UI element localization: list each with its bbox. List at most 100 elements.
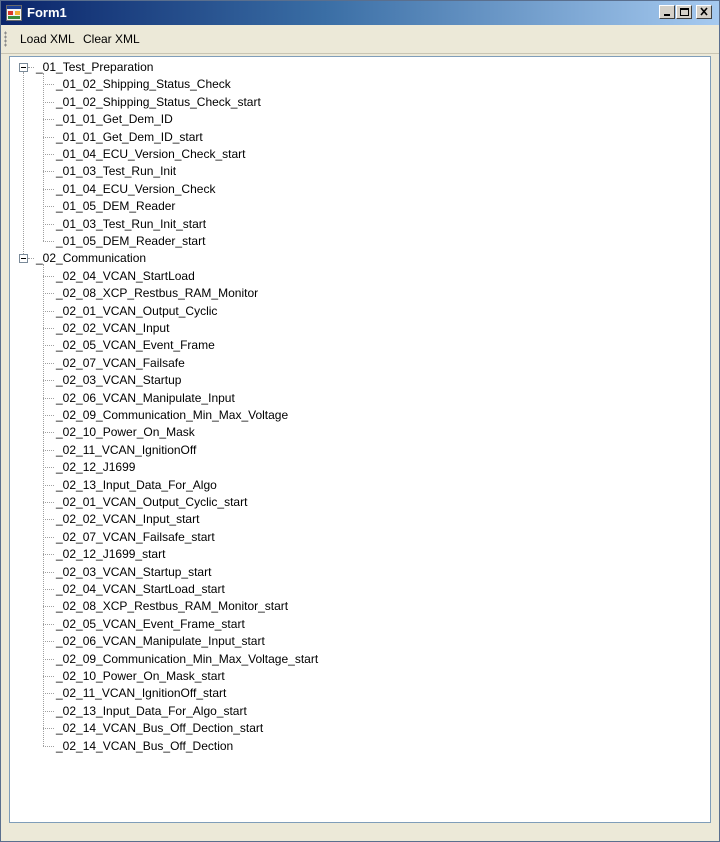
tree-connector — [43, 154, 54, 155]
minimize-button[interactable] — [659, 5, 675, 19]
tree-connector — [43, 84, 54, 86]
tree-node-item[interactable]: _02_13_Input_Data_For_Algo_start — [56, 703, 247, 720]
tree-connector — [43, 676, 54, 677]
tree-connector — [43, 589, 54, 590]
tree-connector — [43, 571, 54, 573]
tree-connector — [43, 710, 54, 712]
app-icon[interactable] — [6, 5, 22, 21]
clear-xml-button[interactable]: Clear XML — [83, 31, 140, 47]
tree-connector — [43, 623, 54, 625]
tree-node-group[interactable]: _02_Communication — [36, 250, 146, 267]
tree-connector — [43, 206, 54, 208]
maximize-icon — [680, 8, 689, 16]
load-xml-button[interactable]: Load XML — [20, 31, 75, 47]
tree-connector — [43, 293, 54, 295]
tree-connector — [43, 362, 54, 364]
tree-connector — [43, 101, 54, 103]
tree-node-item[interactable]: _02_14_VCAN_Bus_Off_Dection_start — [56, 720, 263, 737]
status-bar — [1, 825, 719, 841]
tree-node-item[interactable]: _01_03_Test_Run_Init_start — [56, 216, 206, 233]
tree-connector — [43, 641, 54, 643]
tree-connector — [43, 275, 54, 277]
tree-node-item[interactable]: _02_08_XCP_Restbus_RAM_Monitor — [56, 285, 258, 302]
tree-connector — [43, 449, 54, 451]
tree-connector — [43, 467, 54, 469]
tree-node-item[interactable]: _02_04_VCAN_StartLoad — [56, 268, 195, 285]
tree-node-item[interactable]: _02_04_VCAN_StartLoad_start — [56, 581, 225, 598]
tree-connector — [43, 73, 44, 241]
tree-connector — [43, 519, 54, 521]
minimize-icon — [664, 14, 670, 16]
tree-view[interactable]: _01_Test_Preparation _01_02_Shipping_Stat… — [9, 56, 711, 823]
tree-node-item[interactable]: _02_02_VCAN_Input — [56, 320, 169, 337]
tree-node-item[interactable]: _02_05_VCAN_Event_Frame — [56, 337, 215, 354]
tree-connector — [43, 554, 54, 556]
tree-node-item[interactable]: _02_09_Communication_Min_Max_Voltage_sta… — [56, 651, 318, 668]
tree-node-item[interactable]: _02_05_VCAN_Event_Frame_start — [56, 616, 245, 633]
tree-node-item[interactable]: _02_01_VCAN_Output_Cyclic_start — [56, 494, 247, 511]
tree-connector — [43, 745, 54, 747]
tree-node-item[interactable]: _01_01_Get_Dem_ID_start — [56, 129, 203, 146]
tree-node-item[interactable]: _01_05_DEM_Reader_start — [56, 233, 205, 250]
tree-node-item[interactable]: _02_14_VCAN_Bus_Off_Dection — [56, 738, 233, 755]
tree-node-item[interactable]: _02_12_J1699 — [56, 459, 135, 476]
tree-node-item[interactable]: _01_02_Shipping_Status_Check_start — [56, 94, 261, 111]
tree-node-item[interactable]: _01_04_ECU_Version_Check — [56, 181, 215, 198]
tree-connector — [43, 693, 54, 695]
window-title: Form1 — [27, 5, 67, 20]
tree-node-group[interactable]: _01_Test_Preparation — [36, 59, 153, 76]
tree-node-item[interactable]: _01_01_Get_Dem_ID — [56, 111, 173, 128]
tree-connector — [43, 728, 54, 730]
tree-connector — [43, 223, 54, 225]
collapse-icon[interactable] — [19, 63, 28, 72]
tree-connector — [43, 119, 54, 121]
tree-connector — [43, 171, 54, 173]
tree-node-item[interactable]: _02_03_VCAN_Startup_start — [56, 564, 211, 581]
tree-connector — [43, 415, 54, 416]
tree-connector — [43, 264, 44, 746]
toolbar-grip-icon[interactable] — [4, 31, 7, 47]
tree-node-item[interactable]: _02_13_Input_Data_For_Algo — [56, 477, 217, 494]
tree-connector — [43, 658, 54, 660]
tree-node-item[interactable]: _02_02_VCAN_Input_start — [56, 511, 199, 528]
tree-connector — [28, 258, 34, 260]
tree-node-item[interactable]: _01_03_Test_Run_Init — [56, 163, 176, 180]
tree-connector — [43, 328, 54, 329]
tree-connector — [23, 72, 24, 255]
tree-node-item[interactable]: _01_04_ECU_Version_Check_start — [56, 146, 245, 163]
tree-node-item[interactable]: _02_06_VCAN_Manipulate_Input — [56, 390, 235, 407]
tree-connector — [43, 502, 54, 503]
tree-connector — [28, 67, 34, 68]
collapse-icon[interactable] — [19, 254, 28, 264]
tree-connector — [43, 432, 54, 434]
tree-node-item[interactable]: _02_10_Power_On_Mask_start — [56, 668, 225, 685]
tree-connector — [43, 241, 54, 242]
tree-connector — [43, 397, 54, 399]
tree-node-item[interactable]: _01_05_DEM_Reader — [56, 198, 175, 215]
tree-connector — [43, 310, 54, 312]
toolbar: Load XML Clear XML — [1, 25, 719, 54]
tree-node-item[interactable]: _02_08_XCP_Restbus_RAM_Monitor_start — [56, 598, 288, 615]
close-icon — [700, 7, 708, 16]
tree-node-item[interactable]: _02_07_VCAN_Failsafe_start — [56, 529, 215, 546]
tree-node-item[interactable]: _02_03_VCAN_Startup — [56, 372, 181, 389]
form1-window: Form1 Load XML Clear XML _01_Test_Prepar… — [0, 0, 720, 842]
tree-node-item[interactable]: _02_10_Power_On_Mask — [56, 424, 195, 441]
tree-node-item[interactable]: _01_02_Shipping_Status_Check — [56, 76, 231, 93]
close-button[interactable] — [696, 5, 712, 19]
tree-node-item[interactable]: _02_11_VCAN_IgnitionOff_start — [56, 685, 226, 702]
tree-connector — [43, 484, 54, 486]
tree-connector — [43, 380, 54, 382]
tree-node-item[interactable]: _02_09_Communication_Min_Max_Voltage — [56, 407, 288, 424]
tree-node-item[interactable]: _02_07_VCAN_Failsafe — [56, 355, 185, 372]
tree-connector — [43, 606, 54, 608]
tree-node-item[interactable]: _02_06_VCAN_Manipulate_Input_start — [56, 633, 265, 650]
title-bar[interactable]: Form1 — [1, 1, 719, 25]
tree-node-item[interactable]: _02_12_J1699_start — [56, 546, 165, 563]
tree-node-item[interactable]: _02_11_VCAN_IgnitionOff — [56, 442, 196, 459]
maximize-button[interactable] — [676, 5, 692, 19]
tree-connector — [43, 536, 54, 538]
tree-connector — [43, 188, 54, 190]
tree-node-item[interactable]: _02_01_VCAN_Output_Cyclic — [56, 303, 217, 320]
tree-connector — [43, 136, 54, 138]
